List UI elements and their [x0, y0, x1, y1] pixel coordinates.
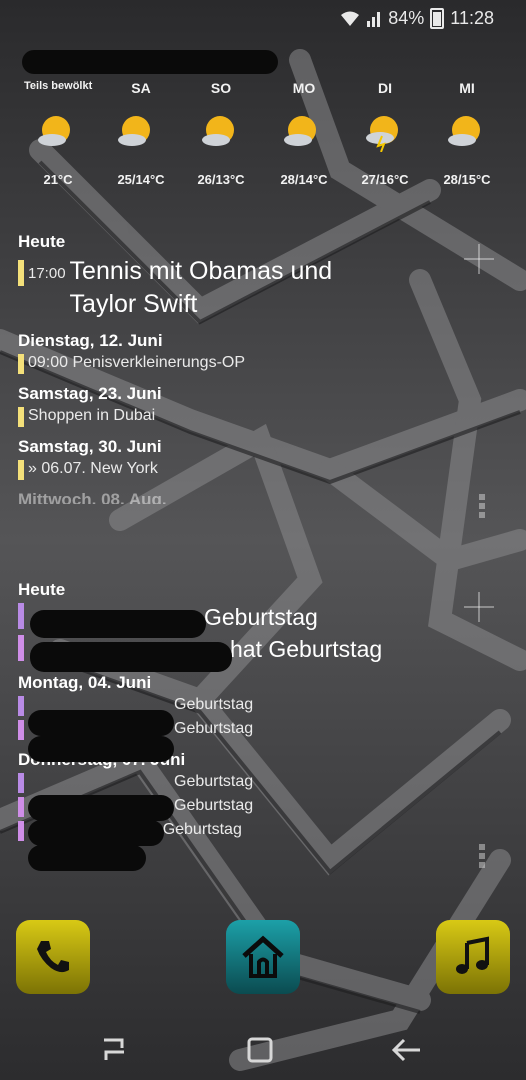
partly-cloudy-icon	[284, 116, 316, 146]
calendar-event[interactable]: 09:00 Penisverkleinerungs-OP	[18, 354, 498, 374]
home-button[interactable]	[240, 1034, 280, 1066]
recent-apps-button[interactable]	[94, 1034, 134, 1066]
birthday-item[interactable]: Geburtstag	[18, 773, 498, 793]
weather-day-5: MI	[459, 80, 475, 96]
birthday-text: Geburtstag	[174, 773, 254, 790]
widget-resize-handle[interactable]	[479, 844, 485, 871]
calendar-heading-today: Heute	[18, 232, 66, 251]
calendar-event[interactable]: » 06.07. New York	[18, 460, 498, 480]
weather-day-2: SO	[210, 80, 232, 96]
weather-temp-5: 28/15°C	[443, 172, 491, 187]
weather-temp-0: 21°C	[43, 172, 73, 187]
phone-icon[interactable]	[16, 920, 90, 994]
event-title-line2: Taylor Swift	[69, 290, 198, 318]
calendar-date-heading: Samstag, 23. Juni	[18, 384, 162, 403]
partly-cloudy-icon	[202, 116, 234, 146]
widget-resize-handle[interactable]	[479, 494, 485, 521]
calendar-date-heading: Dienstag, 12. Juni	[18, 331, 163, 350]
redacted-name	[28, 795, 174, 821]
redacted-name	[28, 710, 174, 736]
weather-day-3: MO	[292, 80, 316, 96]
partly-cloudy-icon	[448, 116, 480, 146]
home-icon[interactable]	[226, 920, 300, 994]
event-text: Shoppen in Dubai	[28, 407, 156, 424]
weather-current-label: Teils bewölkt	[24, 80, 93, 92]
birthday-text: Geburtstag	[204, 604, 318, 630]
music-icon[interactable]	[436, 920, 510, 994]
signal-icon	[367, 11, 381, 27]
clock: 11:28	[450, 8, 494, 28]
event-time: 17:00	[28, 265, 66, 282]
event-text: 09:00 Penisverkleinerungs-OP	[28, 354, 246, 371]
birthday-heading-today: Heute	[18, 580, 66, 599]
redacted-name	[28, 736, 174, 762]
wallpaper	[0, 0, 526, 1080]
battery-percent: 84%	[388, 8, 425, 28]
weather-temp-3: 28/14°C	[280, 172, 328, 187]
birthday-text: hat Geburtstag	[230, 636, 383, 662]
weather-day-4: DI	[378, 80, 392, 96]
birthday-text: Geburtstag	[174, 720, 254, 737]
redacted-name	[30, 642, 232, 672]
partly-cloudy-icon	[118, 116, 150, 146]
event-title-line1: Tennis mit Obamas und	[69, 257, 333, 285]
redacted-name	[28, 820, 164, 846]
calendar-date-heading: Samstag, 30. Juni	[18, 437, 162, 456]
calendar-event[interactable]: Shoppen in Dubai	[18, 407, 498, 427]
redacted-name	[30, 610, 206, 638]
battery-icon	[430, 8, 445, 29]
back-button[interactable]	[386, 1034, 426, 1066]
calendar-event[interactable]: 17:00 Tennis mit Obamas und Taylor Swift	[18, 255, 498, 321]
weather-temp-4: 27/16°C	[361, 172, 409, 187]
thunderstorm-icon	[366, 116, 398, 152]
phone-handset-icon	[37, 941, 69, 973]
birthday-text: Geburtstag	[174, 797, 254, 814]
music-note-icon	[456, 936, 489, 974]
house-icon	[242, 935, 284, 978]
navigation-bar	[0, 1020, 526, 1080]
status-bar: 84% 11:28	[0, 0, 526, 36]
wifi-icon	[341, 11, 360, 26]
redacted-name	[28, 845, 146, 871]
birthday-text: Geburtstag	[174, 696, 254, 713]
event-text: » 06.07. New York	[28, 460, 158, 477]
weather-temp-1: 25/14°C	[117, 172, 165, 187]
calendar-date-heading: Mittwoch, 08. Aug.	[18, 490, 167, 504]
weather-day-1: SA	[131, 80, 151, 96]
redacted-location	[22, 50, 278, 74]
partly-cloudy-icon	[38, 116, 70, 146]
birthday-date-heading: Montag, 04. Juni	[18, 673, 152, 692]
weather-temp-2: 26/13°C	[197, 172, 245, 187]
